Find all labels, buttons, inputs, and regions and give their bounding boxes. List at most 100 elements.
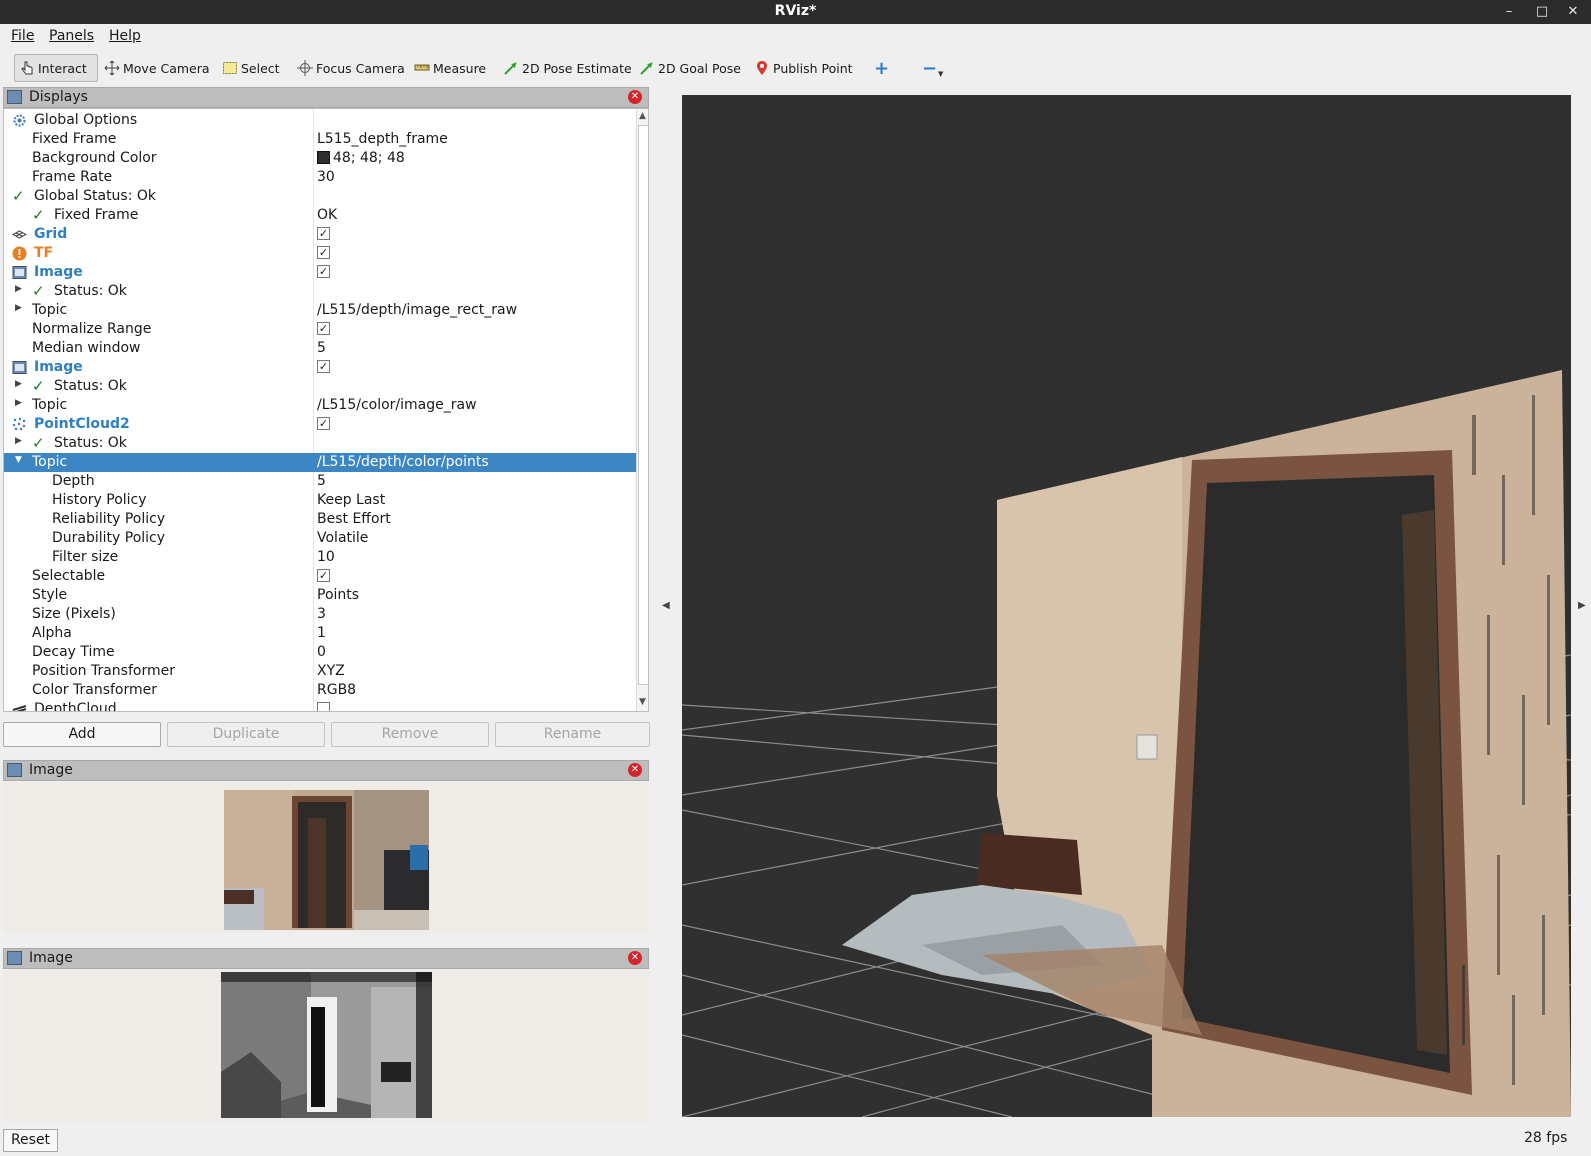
checkbox[interactable]: ✓ — [317, 322, 330, 335]
tree-row-history-policy[interactable]: History Policy Keep Last — [4, 491, 636, 510]
tree-row-tf[interactable]: TF ✓ — [4, 244, 636, 263]
row-value[interactable]: Points — [317, 587, 359, 603]
color-swatch[interactable] — [317, 151, 330, 164]
tree-row-image-color[interactable]: Image ✓ — [4, 358, 636, 377]
duplicate-display-button[interactable]: Duplicate — [167, 722, 325, 747]
tree-row-status[interactable]: ▶ ✓ Status: Ok — [4, 282, 636, 301]
tool-dropdown-icon[interactable]: ▼ — [938, 70, 943, 78]
displays-tree[interactable]: Global Options Fixed Frame L515_depth_fr… — [3, 108, 649, 712]
menu-file[interactable]: File — [11, 28, 34, 44]
tree-row-grid[interactable]: Grid ✓ — [4, 225, 636, 244]
tree-row-alpha[interactable]: Alpha 1 — [4, 624, 636, 643]
expand-arrow-icon[interactable]: ▶ — [15, 284, 22, 294]
tree-row-pointcloud2[interactable]: PointCloud2 ✓ — [4, 415, 636, 434]
tree-row-frame-rate[interactable]: Frame Rate 30 — [4, 168, 636, 187]
row-value[interactable]: 48; 48; 48 — [317, 150, 405, 166]
row-value[interactable]: 5 — [317, 340, 326, 356]
remove-display-button[interactable]: Remove — [331, 722, 489, 747]
tree-row-global-status[interactable]: ✓ Global Status: Ok — [4, 187, 636, 206]
tree-row-status[interactable]: ▶ ✓ Status: Ok — [4, 434, 636, 453]
collapse-arrow-icon[interactable]: ▼ — [15, 455, 22, 465]
tree-row-topic-selected[interactable]: ▼ Topic /L515/depth/color/points — [4, 453, 636, 472]
close-panel-icon[interactable]: ✕ — [628, 763, 642, 777]
add-display-button[interactable]: Add — [3, 722, 161, 747]
expand-arrow-icon[interactable]: ▶ — [15, 436, 22, 446]
tree-row-topic[interactable]: ▶ Topic /L515/depth/image_rect_raw — [4, 301, 636, 320]
tree-row-global-options[interactable]: Global Options — [4, 111, 636, 130]
row-value[interactable]: 3 — [317, 606, 326, 622]
move-camera-tool-button[interactable]: Move Camera — [100, 54, 214, 82]
scroll-thumb[interactable] — [638, 125, 648, 685]
row-value[interactable]: /L515/depth/image_rect_raw — [317, 302, 517, 318]
row-value[interactable]: 1 — [317, 625, 326, 641]
enable-checkbox[interactable]: ✓ — [317, 227, 330, 240]
tree-row-fixed-frame[interactable]: Fixed Frame L515_depth_frame — [4, 130, 636, 149]
tree-row-depth[interactable]: Depth 5 — [4, 472, 636, 491]
minimize-icon[interactable]: – — [1498, 2, 1520, 22]
tree-row-image-depth[interactable]: Image ✓ — [4, 263, 636, 282]
row-value[interactable]: 30 — [317, 169, 335, 185]
tree-row-color-transformer[interactable]: Color Transformer RGB8 — [4, 681, 636, 700]
scroll-down-icon[interactable]: ▼ — [639, 697, 646, 707]
enable-checkbox[interactable]: ✓ — [317, 246, 330, 259]
expand-arrow-icon[interactable]: ▶ — [15, 303, 22, 313]
tree-row-selectable[interactable]: Selectable ✓ — [4, 567, 636, 586]
row-value[interactable]: /L515/depth/color/points — [317, 454, 489, 470]
add-tool-icon[interactable]: + — [870, 54, 893, 82]
row-value[interactable]: Best Effort — [317, 511, 391, 527]
row-value[interactable]: L515_depth_frame — [317, 131, 448, 147]
2d-pose-estimate-tool-button[interactable]: 2D Pose Estimate — [499, 54, 636, 82]
enable-checkbox[interactable]: ✓ — [317, 360, 330, 373]
enable-checkbox[interactable] — [317, 702, 330, 711]
collapse-left-icon[interactable]: ◀ — [662, 600, 670, 611]
tree-row-reliability-policy[interactable]: Reliability Policy Best Effort — [4, 510, 636, 529]
tree-row-depthcloud[interactable]: DepthCloud — [4, 700, 636, 711]
row-value[interactable]: Keep Last — [317, 492, 385, 508]
tree-row-filter-size[interactable]: Filter size 10 — [4, 548, 636, 567]
row-label: Topic — [32, 454, 68, 470]
tree-row-position-transformer[interactable]: Position Transformer XYZ — [4, 662, 636, 681]
row-value[interactable]: 5 — [317, 473, 326, 489]
tree-row-normalize-range[interactable]: Normalize Range ✓ — [4, 320, 636, 339]
tree-row-topic[interactable]: ▶ Topic /L515/color/image_raw — [4, 396, 636, 415]
tree-row-median-window[interactable]: Median window 5 — [4, 339, 636, 358]
rename-display-button[interactable]: Rename — [495, 722, 650, 747]
menu-help[interactable]: Help — [109, 28, 141, 44]
menu-panels[interactable]: Panels — [49, 28, 94, 44]
tree-row-durability-policy[interactable]: Durability Policy Volatile — [4, 529, 636, 548]
2d-goal-pose-tool-button[interactable]: 2D Goal Pose — [635, 54, 745, 82]
tree-scrollbar[interactable]: ▲ ▼ — [636, 109, 648, 711]
enable-checkbox[interactable]: ✓ — [317, 417, 330, 430]
row-value[interactable]: 10 — [317, 549, 335, 565]
interact-tool-button[interactable]: Interact — [14, 54, 98, 82]
hand-pointer-icon — [19, 60, 35, 76]
scroll-up-icon[interactable]: ▲ — [639, 111, 646, 121]
row-value[interactable]: XYZ — [317, 663, 345, 679]
row-value[interactable]: RGB8 — [317, 682, 356, 698]
select-tool-button[interactable]: Select — [218, 54, 284, 82]
row-label: Image — [34, 359, 83, 375]
collapse-right-icon[interactable]: ▶ — [1578, 600, 1586, 611]
checkbox[interactable]: ✓ — [317, 569, 330, 582]
row-value[interactable]: 0 — [317, 644, 326, 660]
tree-row-background-color[interactable]: Background Color 48; 48; 48 — [4, 149, 636, 168]
close-panel-icon[interactable]: ✕ — [628, 951, 642, 965]
enable-checkbox[interactable]: ✓ — [317, 265, 330, 278]
reset-button[interactable]: Reset — [3, 1129, 58, 1152]
tree-row-style[interactable]: Style Points — [4, 586, 636, 605]
expand-arrow-icon[interactable]: ▶ — [15, 398, 22, 408]
row-value[interactable]: Volatile — [317, 530, 368, 546]
tree-row-status[interactable]: ▶ ✓ Status: Ok — [4, 377, 636, 396]
maximize-icon[interactable]: □ — [1531, 2, 1553, 22]
tree-row-size-pixels[interactable]: Size (Pixels) 3 — [4, 605, 636, 624]
measure-tool-button[interactable]: Measure — [410, 54, 490, 82]
row-value[interactable]: /L515/color/image_raw — [317, 397, 477, 413]
tree-row-fixed-frame-status[interactable]: ✓ Fixed Frame OK — [4, 206, 636, 225]
focus-camera-tool-button[interactable]: Focus Camera — [293, 54, 409, 82]
tree-row-decay-time[interactable]: Decay Time 0 — [4, 643, 636, 662]
close-panel-icon[interactable]: ✕ — [628, 90, 642, 104]
expand-arrow-icon[interactable]: ▶ — [15, 379, 22, 389]
close-window-icon[interactable]: ✕ — [1562, 2, 1584, 22]
3d-render-viewport[interactable] — [682, 95, 1571, 1117]
publish-point-tool-button[interactable]: Publish Point — [750, 54, 857, 82]
